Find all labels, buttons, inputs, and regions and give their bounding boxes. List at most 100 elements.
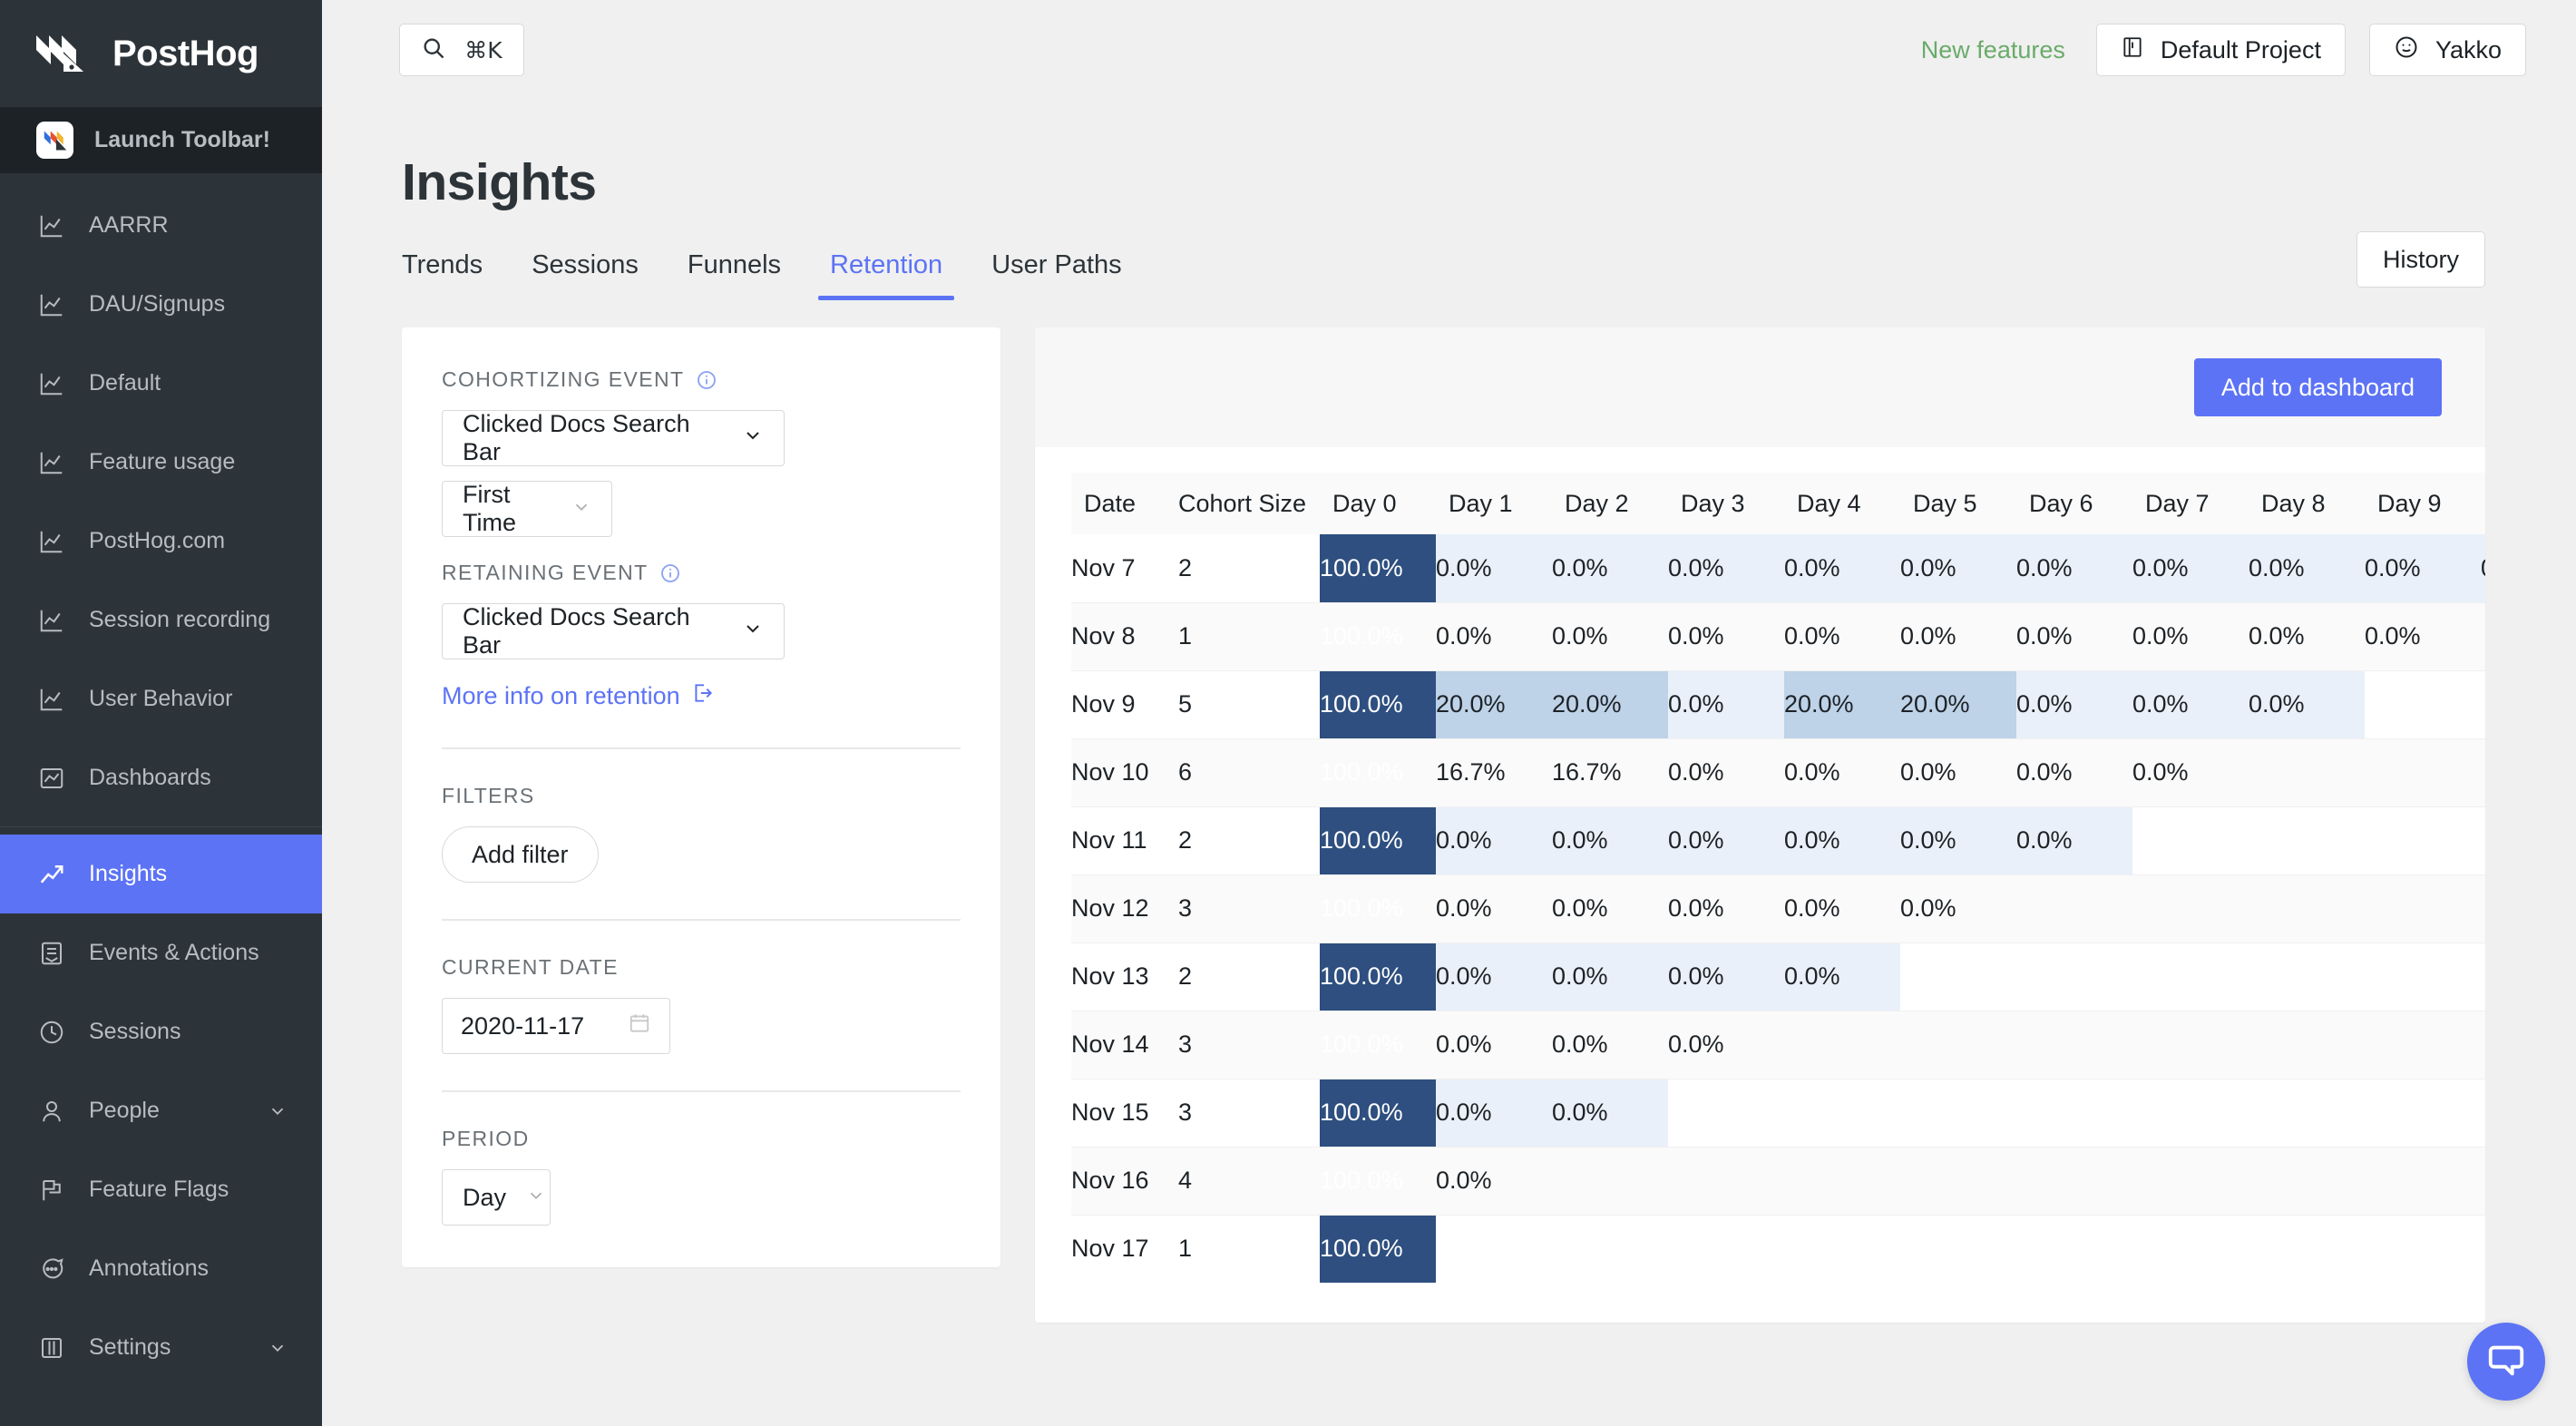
cell-retention-value[interactable]: 0.0% [1784,874,1900,943]
cell-retention-value[interactable]: 0.0% [1900,602,2016,670]
cell-retention-value[interactable]: 0.0% [1552,602,1668,670]
cell-retention-value[interactable]: 0.0% [1552,806,1668,874]
cell-retention-value[interactable]: 0.0% [2481,534,2485,602]
cell-retention-value[interactable]: 0.0% [1552,874,1668,943]
cell-retention-value[interactable]: 0.0% [1784,534,1900,602]
cell-retention-value[interactable]: 0.0% [1784,738,1900,806]
cell-retention-value[interactable]: 0.0% [1900,738,2016,806]
cell-retention-value[interactable]: 100.0% [1320,1215,1436,1283]
cell-retention-value[interactable]: 20.0% [1784,670,1900,738]
sidebar-item-user-behavior[interactable]: User Behavior [0,659,322,738]
search-button[interactable]: ⌘K [399,24,524,76]
sidebar-item-people[interactable]: People [0,1071,322,1150]
cell-retention-value[interactable]: 20.0% [1900,670,2016,738]
cell-retention-value[interactable]: 16.7% [1436,738,1552,806]
sidebar-item-posthog-com[interactable]: PostHog.com [0,502,322,581]
cell-retention-value[interactable]: 0.0% [2249,602,2365,670]
cell-retention-value[interactable]: 0.0% [2249,670,2365,738]
sidebar-item-aarrr[interactable]: AARRR [0,186,322,265]
launch-toolbar-item[interactable]: Launch Toolbar! [0,107,322,173]
cell-retention-value[interactable]: 100.0% [1320,534,1436,602]
cell-retention-value[interactable]: 0.0% [2132,602,2249,670]
user-menu-button[interactable]: Yakko [2369,24,2526,76]
cell-retention-value[interactable]: 0.0% [1668,806,1784,874]
sidebar-item-default[interactable]: Default [0,344,322,423]
history-button[interactable]: History [2356,231,2485,288]
sidebar-item-annotations[interactable]: Annotations [0,1229,322,1308]
sidebar-item-session-recording[interactable]: Session recording [0,581,322,659]
sidebar-item-feature-flags[interactable]: Feature Flags [0,1150,322,1229]
cell-retention-value[interactable]: 0.0% [1552,534,1668,602]
cell-retention-value[interactable]: 0.0% [1668,874,1784,943]
cell-retention-value[interactable]: 0.0% [1552,1079,1668,1147]
cell-retention-value[interactable]: 0.0% [2365,602,2481,670]
current-date-input[interactable]: 2020-11-17 [442,998,670,1054]
cell-retention-value[interactable]: 0.0% [1900,874,2016,943]
sidebar-item-events-actions[interactable]: Events & Actions [0,913,322,992]
cell-retention-value[interactable]: 0.0% [2132,534,2249,602]
cell-retention-value[interactable]: 0.0% [1668,602,1784,670]
cell-retention-value[interactable]: 0.0% [1784,943,1900,1011]
retaining-event-select[interactable]: Clicked Docs Search Bar [442,603,785,659]
cell-retention-value[interactable]: 0.0% [2016,738,2132,806]
cell-retention-value[interactable]: 0.0% [1784,602,1900,670]
cell-retention-value[interactable]: 20.0% [1436,670,1552,738]
cell-retention-value[interactable]: 0.0% [1668,534,1784,602]
cell-retention-value[interactable]: 0.0% [2016,534,2132,602]
help-chat-button[interactable] [2467,1323,2545,1401]
cell-retention-value[interactable]: 0.0% [1668,670,1784,738]
brand-header[interactable]: PostHog [0,0,322,107]
cell-retention-value[interactable]: 0.0% [1784,806,1900,874]
sidebar-item-settings[interactable]: Settings [0,1308,322,1387]
cell-retention-value[interactable]: 100.0% [1320,1011,1436,1079]
cell-retention-value[interactable]: 0.0% [1552,1011,1668,1079]
cell-retention-value[interactable]: 0.0% [1436,943,1552,1011]
cell-retention-value[interactable]: 100.0% [1320,943,1436,1011]
cell-retention-value[interactable]: 0.0% [1900,534,2016,602]
cell-retention-value[interactable]: 100.0% [1320,738,1436,806]
cell-retention-value[interactable]: 0.0% [1436,874,1552,943]
sidebar-item-feature-usage[interactable]: Feature usage [0,423,322,502]
cell-retention-value[interactable]: 0.0% [1436,1011,1552,1079]
add-to-dashboard-button[interactable]: Add to dashboard [2194,358,2442,416]
cell-retention-value[interactable]: 100.0% [1320,1079,1436,1147]
cell-retention-value[interactable]: 0.0% [1436,534,1552,602]
tab-funnels[interactable]: Funnels [663,250,805,300]
cell-retention-value[interactable]: 0.0% [2132,670,2249,738]
cell-retention-value[interactable]: 20.0% [1552,670,1668,738]
cell-retention-value[interactable]: 100.0% [1320,670,1436,738]
add-filter-button[interactable]: Add filter [442,826,599,883]
info-icon[interactable] [659,562,682,584]
tab-retention[interactable]: Retention [805,250,967,300]
new-features-link[interactable]: New features [1921,36,2065,64]
sidebar-item-sessions[interactable]: Sessions [0,992,322,1071]
cell-retention-value[interactable]: 0.0% [1900,806,2016,874]
cell-retention-value[interactable]: 0.0% [1436,602,1552,670]
tab-sessions[interactable]: Sessions [507,250,663,300]
cell-retention-value[interactable]: 0.0% [2016,806,2132,874]
cohortizing-occurrence-select[interactable]: First Time [442,481,612,537]
cell-retention-value[interactable]: 0.0% [1668,738,1784,806]
cell-retention-value[interactable]: 0.0% [2249,534,2365,602]
cell-retention-value[interactable]: 100.0% [1320,874,1436,943]
sidebar-item-insights[interactable]: Insights [0,835,322,913]
period-select[interactable]: Day [442,1169,551,1226]
cell-retention-value[interactable]: 0.0% [2016,670,2132,738]
more-info-on-retention-link[interactable]: More info on retention [442,681,715,711]
cell-retention-value[interactable]: 16.7% [1552,738,1668,806]
cell-retention-value[interactable]: 0.0% [1668,1011,1784,1079]
cell-retention-value[interactable]: 0.0% [1436,1147,1552,1215]
cell-retention-value[interactable]: 0.0% [2132,738,2249,806]
project-switcher-button[interactable]: Default Project [2096,24,2346,76]
sidebar-item-dau-signups[interactable]: DAU/Signups [0,265,322,344]
cell-retention-value[interactable]: 0.0% [1436,1079,1552,1147]
cohortizing-event-select[interactable]: Clicked Docs Search Bar [442,410,785,466]
cell-retention-value[interactable]: 0.0% [1668,943,1784,1011]
cell-retention-value[interactable]: 100.0% [1320,1147,1436,1215]
cell-retention-value[interactable]: 100.0% [1320,806,1436,874]
cell-retention-value[interactable]: 0.0% [1552,943,1668,1011]
cell-retention-value[interactable]: 0.0% [2016,602,2132,670]
info-icon[interactable] [695,368,717,391]
cell-retention-value[interactable]: 0.0% [1436,806,1552,874]
cell-retention-value[interactable]: 100.0% [1320,602,1436,670]
